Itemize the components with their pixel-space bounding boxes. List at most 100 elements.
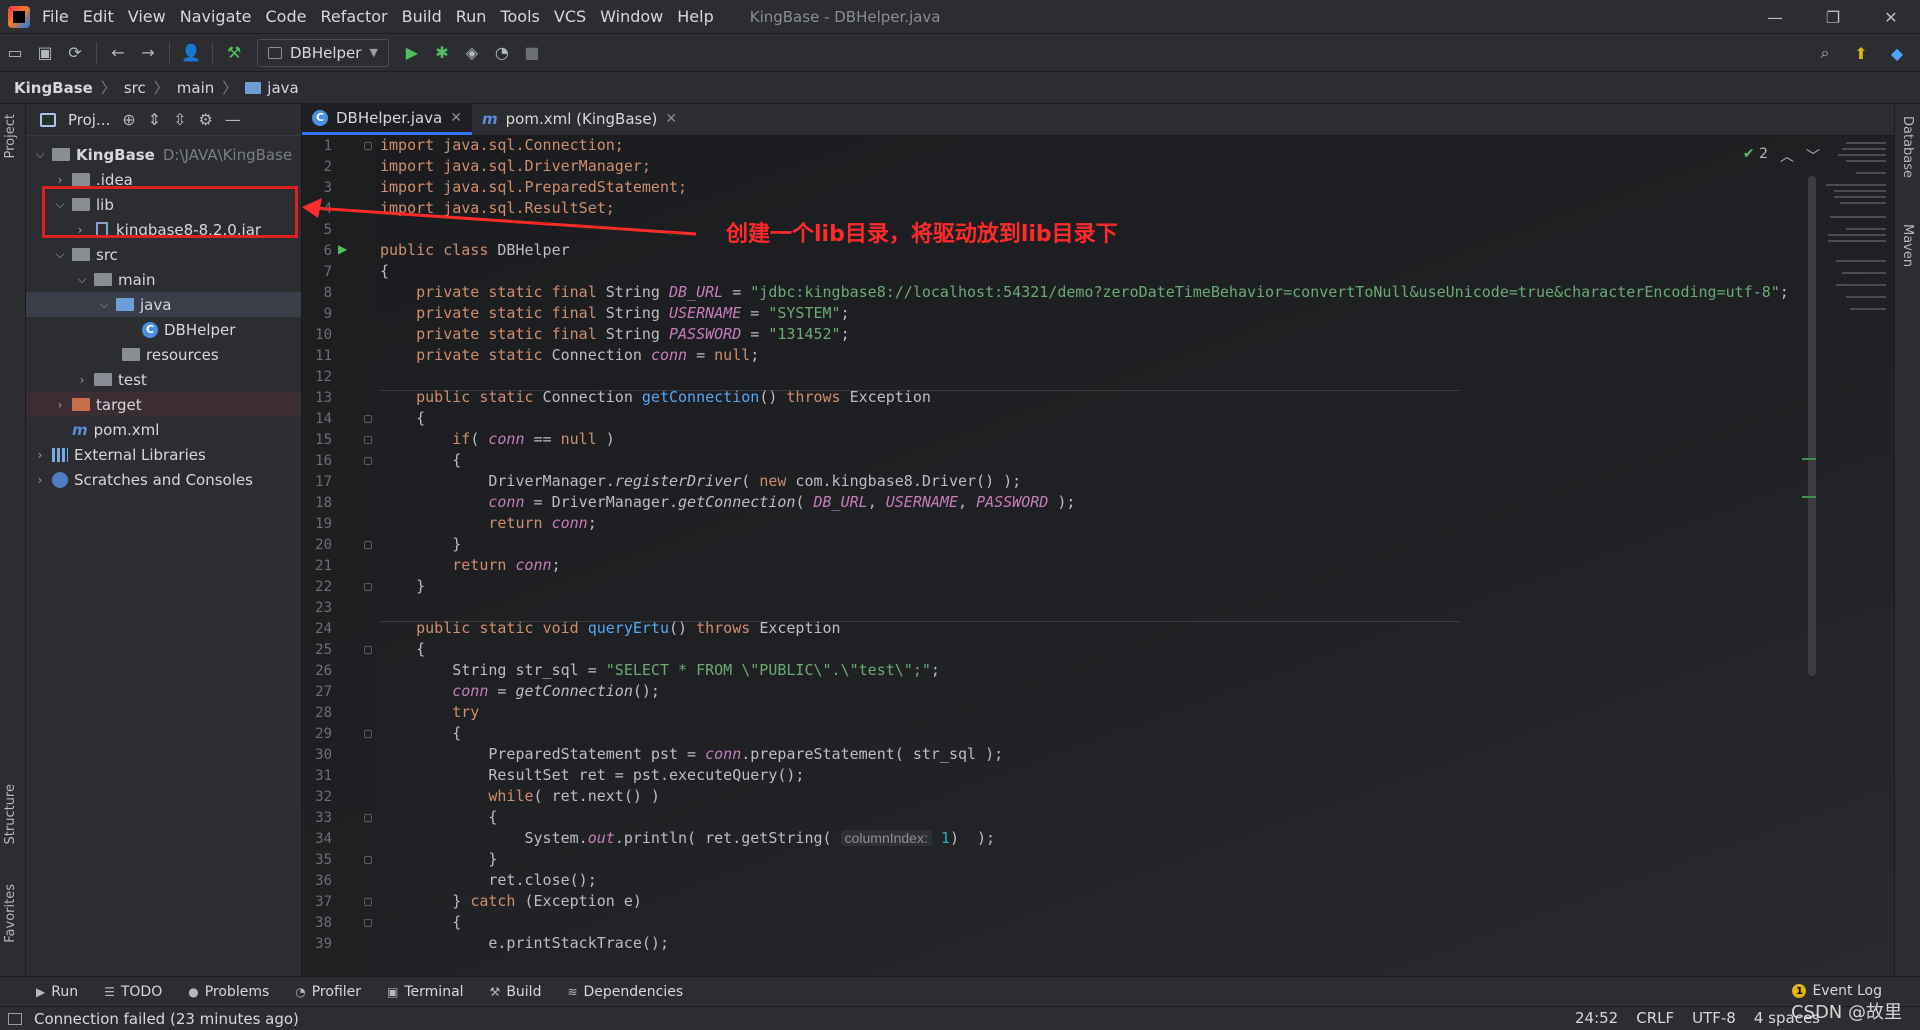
favorites-tool-tab[interactable]: Favorites bbox=[3, 884, 18, 943]
structure-tool-tab[interactable]: Structure bbox=[3, 784, 18, 844]
tool-tab-profiler[interactable]: ◔ Profiler bbox=[295, 984, 361, 1000]
tree-item-scratches[interactable]: › Scratches and Consoles bbox=[26, 467, 301, 492]
fold-icon[interactable] bbox=[364, 457, 372, 465]
debug-icon[interactable]: ✱ bbox=[427, 38, 457, 68]
fold-icon[interactable] bbox=[364, 898, 372, 906]
event-log-button[interactable]: 1 Event Log bbox=[1792, 983, 1882, 999]
menu-run[interactable]: Run bbox=[456, 7, 487, 26]
fold-icon[interactable] bbox=[364, 814, 372, 822]
tool-tab-run[interactable]: ▶ Run bbox=[36, 984, 78, 1000]
tree-item-main[interactable]: ⌵ main bbox=[26, 267, 301, 292]
chevron-down-icon[interactable]: ⌵ bbox=[52, 247, 68, 262]
collapse-all-icon[interactable]: ⇳ bbox=[173, 110, 186, 129]
menu-help[interactable]: Help bbox=[677, 7, 713, 26]
caret-position[interactable]: 24:52 bbox=[1575, 1009, 1618, 1027]
maven-tool-tab[interactable]: Maven bbox=[1900, 224, 1915, 267]
back-icon[interactable]: ← bbox=[103, 38, 133, 68]
tab-dbhelper-java[interactable]: C DBHelper.java ✕ bbox=[302, 103, 472, 135]
tree-item-test[interactable]: › test bbox=[26, 367, 301, 392]
status-message[interactable]: Connection failed (23 minutes ago) bbox=[34, 1010, 299, 1028]
editor-scrollbar[interactable] bbox=[1808, 176, 1816, 676]
tool-windows-icon[interactable] bbox=[8, 1012, 22, 1025]
fold-icon[interactable] bbox=[364, 919, 372, 927]
code-editor[interactable]: 1 2 3 4 5 6 7 8 9 10 11 12 13 14 15 16 1… bbox=[302, 136, 1894, 976]
file-encoding[interactable]: UTF-8 bbox=[1692, 1009, 1736, 1027]
breadcrumb-project[interactable]: KingBase bbox=[14, 79, 93, 97]
project-tool-tab[interactable]: Project bbox=[3, 114, 18, 158]
menu-edit[interactable]: Edit bbox=[83, 7, 114, 26]
forward-icon[interactable]: → bbox=[133, 38, 163, 68]
sync-icon[interactable]: ⟳ bbox=[60, 38, 90, 68]
menu-view[interactable]: View bbox=[128, 7, 166, 26]
menu-file[interactable]: File bbox=[42, 7, 69, 26]
menu-window[interactable]: Window bbox=[600, 7, 663, 26]
tree-item-resources[interactable]: resources bbox=[26, 342, 301, 367]
fold-icon[interactable] bbox=[364, 646, 372, 654]
database-tool-tab[interactable]: Database bbox=[1900, 116, 1915, 178]
menu-navigate[interactable]: Navigate bbox=[180, 7, 252, 26]
chevron-down-icon[interactable]: ⌵ bbox=[32, 147, 48, 162]
profile-icon[interactable]: ◔ bbox=[487, 38, 517, 68]
tool-tab-terminal[interactable]: ▣ Terminal bbox=[387, 984, 464, 1000]
tree-item-java[interactable]: ⌵ java bbox=[26, 292, 301, 317]
hide-panel-icon[interactable]: — bbox=[225, 110, 241, 129]
search-icon[interactable]: ⌕ bbox=[1810, 38, 1840, 68]
chevron-up-icon[interactable]: ︿ bbox=[1780, 146, 1794, 166]
tool-tab-todo[interactable]: ☰ TODO bbox=[104, 984, 162, 1000]
fold-icon[interactable] bbox=[364, 730, 372, 738]
tree-item-external-libraries[interactable]: › External Libraries bbox=[26, 442, 301, 467]
menu-vcs[interactable]: VCS bbox=[554, 7, 586, 26]
update-icon[interactable]: ⬆ bbox=[1846, 38, 1876, 68]
close-window-icon[interactable]: ✕ bbox=[1862, 0, 1920, 34]
breadcrumb-java[interactable]: java bbox=[267, 79, 298, 97]
run-icon[interactable]: ▶ bbox=[397, 38, 427, 68]
chevron-right-icon[interactable]: › bbox=[52, 398, 68, 412]
tree-item-pom[interactable]: m pom.xml bbox=[26, 417, 301, 442]
restore-icon[interactable]: ❐ bbox=[1804, 0, 1862, 34]
close-tab-icon[interactable]: ✕ bbox=[665, 111, 677, 127]
open-folder-icon[interactable]: ▭ bbox=[0, 38, 30, 68]
tool-tab-build[interactable]: ⚒ Build bbox=[490, 984, 542, 1000]
tree-item-src[interactable]: ⌵ src bbox=[26, 242, 301, 267]
tool-tab-problems[interactable]: ● Problems bbox=[188, 984, 269, 1000]
menu-code[interactable]: Code bbox=[266, 7, 307, 26]
project-view-select[interactable]: Proj... bbox=[68, 111, 110, 129]
jetbrains-toolbox-icon[interactable]: ◆ bbox=[1882, 38, 1912, 68]
tab-pom-xml[interactable]: m pom.xml (KingBase) ✕ bbox=[472, 103, 687, 135]
user-icon[interactable]: 👤 bbox=[176, 38, 206, 68]
chevron-right-icon[interactable]: › bbox=[32, 448, 48, 462]
menu-build[interactable]: Build bbox=[402, 7, 442, 26]
locate-icon[interactable]: ⊕ bbox=[122, 110, 135, 129]
build-hammer-icon[interactable]: ⚒ bbox=[219, 38, 249, 68]
coverage-icon[interactable]: ◈ bbox=[457, 38, 487, 68]
tree-item-dbhelper[interactable]: C DBHelper bbox=[26, 317, 301, 342]
fold-icon[interactable] bbox=[364, 541, 372, 549]
stop-icon[interactable]: ■ bbox=[517, 38, 547, 68]
fold-icon[interactable] bbox=[364, 436, 372, 444]
chevron-down-icon[interactable]: ⌵ bbox=[96, 297, 112, 312]
line-separator[interactable]: CRLF bbox=[1636, 1009, 1674, 1027]
chevron-right-icon[interactable]: › bbox=[74, 373, 90, 387]
tree-item-root[interactable]: ⌵ KingBase D:\JAVA\KingBase bbox=[26, 142, 301, 167]
chevron-down-icon[interactable]: ⌵ bbox=[74, 272, 90, 287]
run-configuration-select[interactable]: DBHelper ▼ bbox=[257, 38, 389, 67]
code-minimap[interactable] bbox=[1818, 136, 1894, 976]
tree-item-target[interactable]: › target bbox=[26, 392, 301, 417]
fold-icon[interactable] bbox=[364, 856, 372, 864]
expand-all-icon[interactable]: ⇕ bbox=[148, 110, 161, 129]
fold-icon[interactable] bbox=[364, 415, 372, 423]
chevron-right-icon[interactable]: › bbox=[32, 473, 48, 487]
chevron-right-icon[interactable]: › bbox=[52, 173, 68, 187]
chevron-down-icon[interactable]: ﹀ bbox=[1806, 146, 1820, 166]
breadcrumb-main[interactable]: main bbox=[177, 79, 214, 97]
close-tab-icon[interactable]: ✕ bbox=[450, 110, 462, 126]
breadcrumb-src[interactable]: src bbox=[124, 79, 146, 97]
tool-tab-dependencies[interactable]: ≋ Dependencies bbox=[567, 984, 683, 1000]
fold-icon[interactable] bbox=[364, 583, 372, 591]
save-all-icon[interactable]: ▣ bbox=[30, 38, 60, 68]
menu-refactor[interactable]: Refactor bbox=[320, 7, 387, 26]
inspection-widget[interactable]: ✔ 2 ︿ ﹀ bbox=[1743, 146, 1820, 166]
fold-icon[interactable] bbox=[364, 142, 372, 150]
minimize-icon[interactable]: — bbox=[1746, 0, 1804, 34]
menu-tools[interactable]: Tools bbox=[500, 7, 539, 26]
